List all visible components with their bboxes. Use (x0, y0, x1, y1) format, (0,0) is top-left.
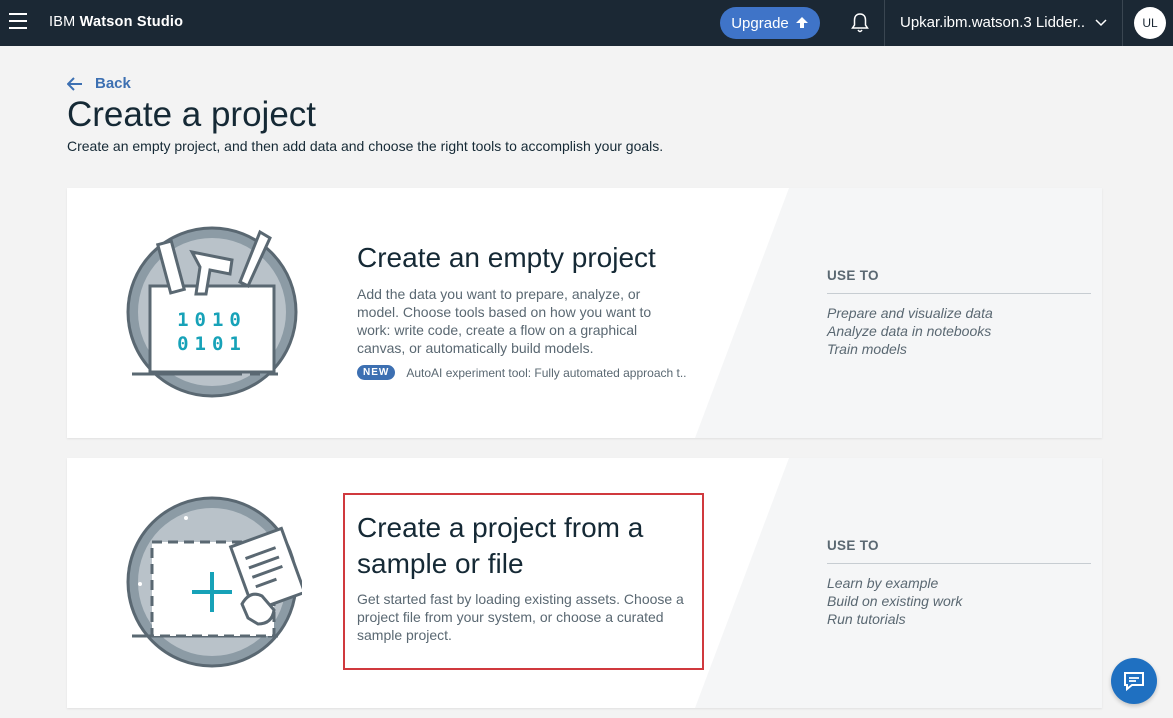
header-divider (1122, 0, 1123, 46)
brand-prefix: IBM (49, 14, 76, 30)
use-to-item: Prepare and visualize data (827, 305, 993, 321)
brand-name: Watson Studio (79, 14, 184, 30)
create-empty-project-card[interactable]: 1010 0101 Create an empty project Add th… (67, 188, 1102, 438)
use-to-heading: USE TO (827, 538, 1091, 564)
page-title: Create a project (67, 95, 317, 134)
use-to-section: USE TO Learn by example Build on existin… (827, 538, 1091, 628)
back-link[interactable]: Back (67, 75, 131, 92)
header-divider (884, 0, 885, 46)
hamburger-menu-icon[interactable] (9, 13, 27, 29)
upgrade-arrow-icon (795, 17, 808, 28)
chevron-down-icon[interactable] (1094, 15, 1108, 29)
notifications-bell-icon[interactable] (848, 11, 872, 35)
use-to-item: Train models (827, 341, 907, 357)
binary-line-1: 1010 (177, 309, 247, 331)
back-label: Back (95, 75, 131, 92)
use-to-section: USE TO Prepare and visualize data Analyz… (827, 268, 1091, 358)
card-title: Create an empty project (357, 242, 656, 273)
chat-icon (1124, 672, 1144, 692)
card-title: Create a project from a sample or file (357, 512, 644, 579)
file-upload-illustration-icon (126, 496, 302, 668)
create-project-from-sample-card[interactable]: Create a project from a sample or file G… (67, 458, 1102, 708)
account-switcher[interactable]: Upkar.ibm.watson.3 Lidder... (900, 14, 1086, 31)
autoai-announcement: NEW AutoAI experiment tool: Fully automa… (357, 365, 692, 380)
card-description: Add the data you want to prepare, analyz… (357, 286, 652, 356)
use-to-item: Run tutorials (827, 611, 906, 627)
upgrade-label: Upgrade (731, 14, 789, 32)
page-subtitle: Create an empty project, and then add da… (67, 138, 664, 154)
autoai-announcement-text: AutoAI experiment tool: Fully automated … (406, 365, 687, 380)
use-to-item: Build on existing work (827, 593, 963, 609)
arrow-left-icon (67, 76, 82, 91)
user-avatar[interactable]: UL (1134, 7, 1166, 39)
binary-line-2: 0101 (177, 333, 247, 355)
use-to-item: Analyze data in notebooks (827, 323, 992, 339)
card-description: Get started fast by loading existing ass… (357, 591, 684, 643)
use-to-item: Learn by example (827, 575, 939, 591)
new-badge: NEW (357, 365, 396, 380)
chat-support-button[interactable] (1111, 658, 1157, 704)
toolbox-illustration-icon: 1010 0101 (126, 226, 298, 398)
top-navigation-bar: IBM Watson Studio Upgrade Upkar.ibm.wats… (0, 0, 1173, 46)
app-brand[interactable]: IBM Watson Studio (49, 14, 183, 30)
use-to-heading: USE TO (827, 268, 1091, 294)
upgrade-button[interactable]: Upgrade (720, 7, 820, 39)
